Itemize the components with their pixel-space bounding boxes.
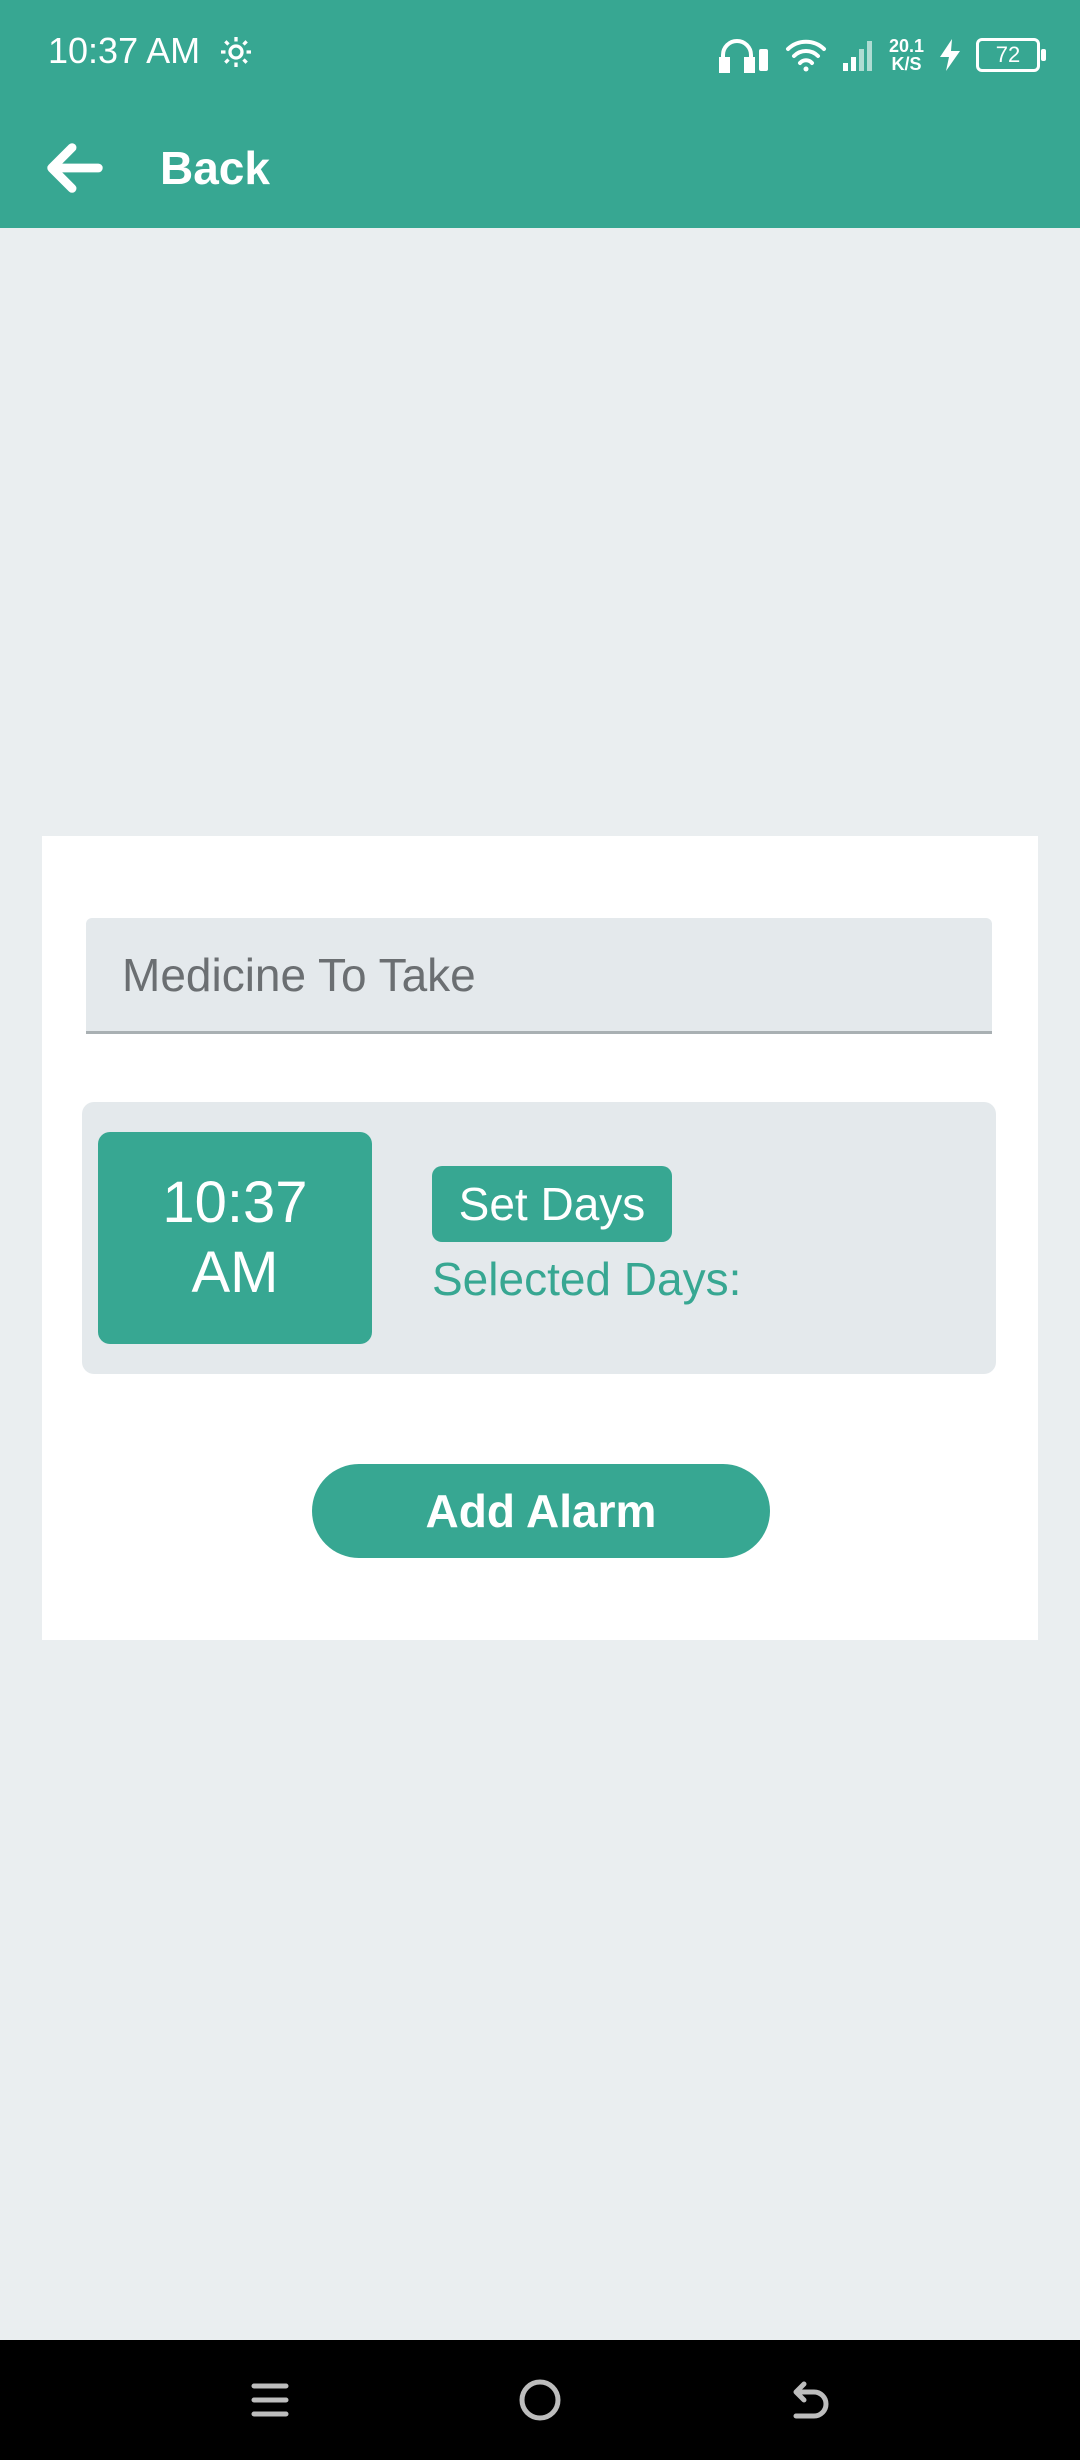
medicine-input[interactable]: [86, 918, 992, 1034]
status-time: 10:37 AM: [48, 30, 201, 71]
arrow-left-icon: [47, 143, 103, 193]
gear-icon: [221, 37, 251, 67]
network-speed-unit: K/S: [891, 54, 922, 74]
set-days-button[interactable]: Set Days: [432, 1166, 672, 1242]
network-speed-value: 20.1: [888, 36, 924, 56]
headphones-icon: [718, 39, 768, 73]
time-picker-button[interactable]: 10:37 AM: [98, 1132, 372, 1344]
time-value: 10:37: [162, 1170, 308, 1235]
home-icon[interactable]: [510, 2370, 570, 2430]
status-icons: 20.1 K/S 72: [718, 30, 1046, 80]
battery-icon: 72: [976, 38, 1046, 72]
alarm-form-card: 10:37 AM Set Days Selected Days: Add Ala…: [42, 836, 1038, 1640]
charging-icon: [940, 39, 960, 71]
alarm-settings-panel: 10:37 AM Set Days Selected Days:: [82, 1102, 996, 1374]
battery-level: 72: [995, 42, 1021, 67]
signal-icon: [842, 41, 872, 71]
selected-days-label: Selected Days:: [432, 1253, 742, 1305]
add-alarm-button[interactable]: Add Alarm: [312, 1464, 770, 1558]
network-speed: 20.1 K/S: [889, 37, 924, 73]
back-button[interactable]: Back: [40, 128, 270, 208]
time-ampm: AM: [191, 1240, 279, 1305]
system-nav-bar: [0, 2340, 1080, 2460]
menu-icon[interactable]: [240, 2370, 300, 2430]
wifi-icon: [785, 39, 826, 72]
app-header: 10:37 AM 20.1 K/S 72 Back: [0, 0, 1080, 228]
status-bar: 10:37 AM 20.1 K/S 72: [0, 0, 1080, 108]
back-label: Back: [160, 142, 270, 194]
back-icon[interactable]: [780, 2370, 840, 2430]
